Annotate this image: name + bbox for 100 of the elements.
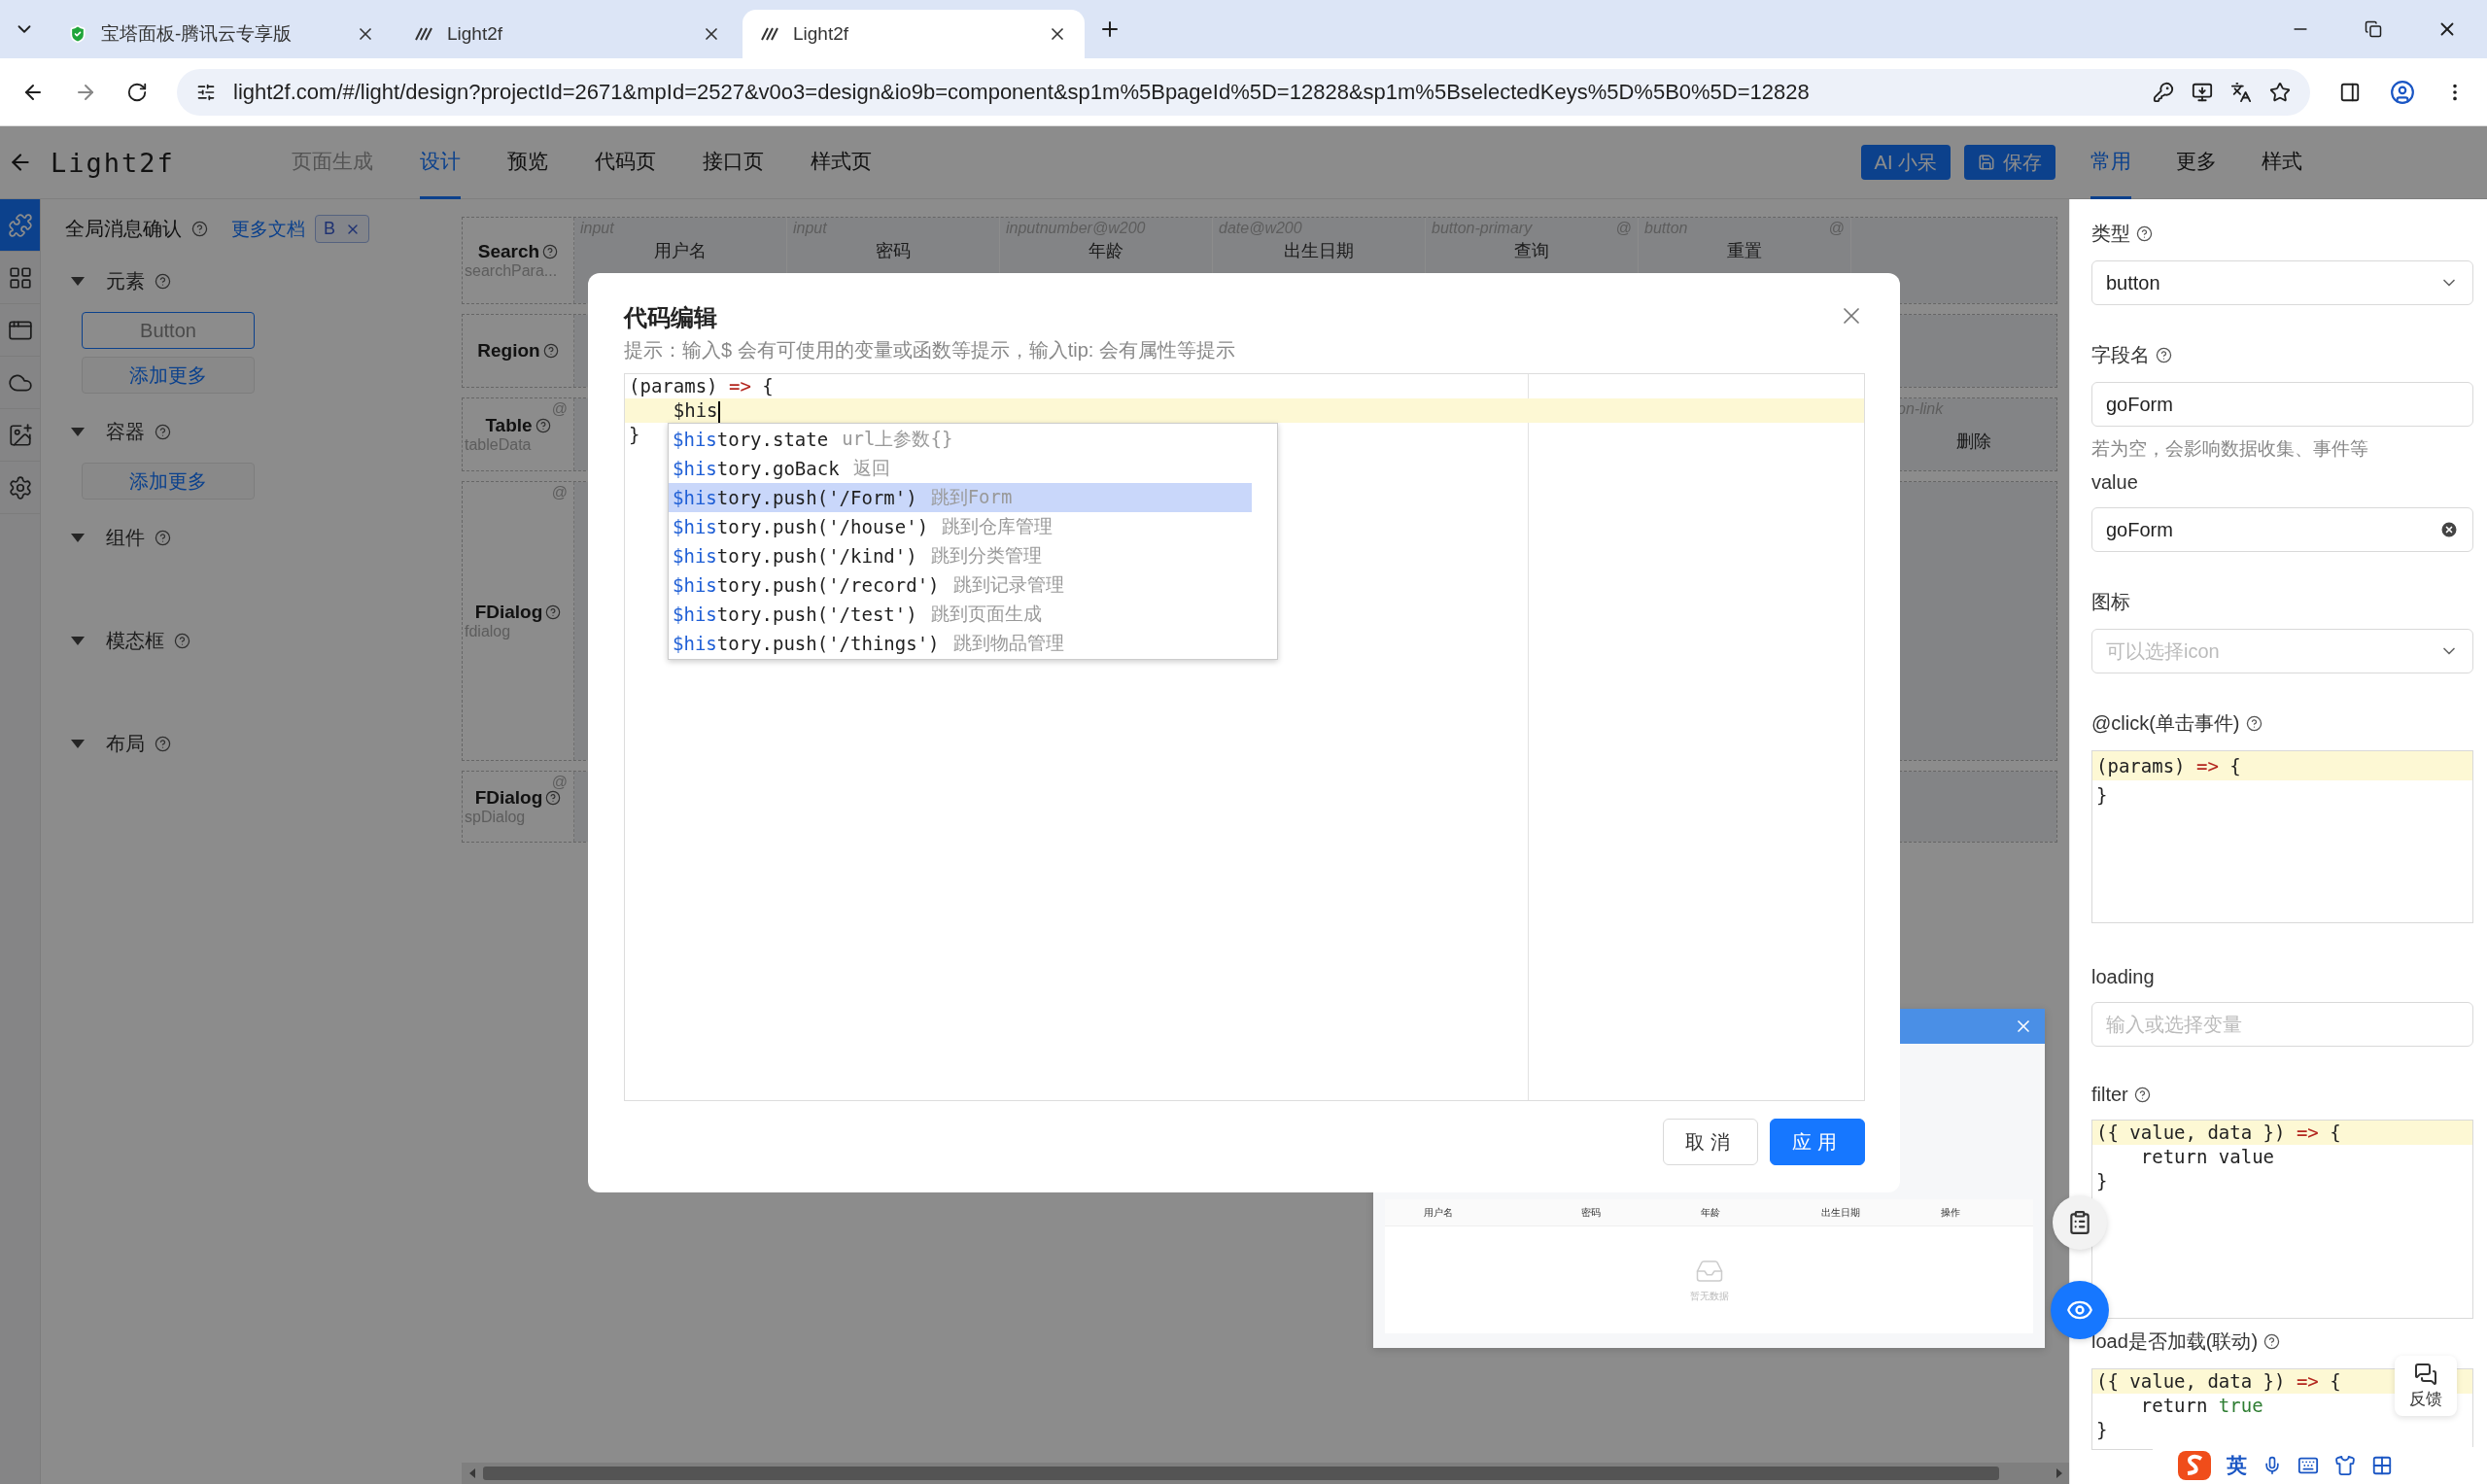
sidebar-icon[interactable] [2339, 81, 2361, 103]
block-title: FDialog [474, 602, 562, 623]
tab-title: Light2f [793, 23, 850, 45]
panel-tab[interactable]: 样式 [2262, 125, 2302, 199]
at-mark: @ [551, 400, 568, 418]
grid-icon [7, 264, 33, 291]
field-label: filter [2091, 1084, 2151, 1106]
star-icon[interactable] [2269, 81, 2291, 103]
action-label: 删除 [1956, 431, 1991, 453]
at-mark: @ [1615, 220, 1632, 237]
select-field[interactable]: button [2091, 260, 2473, 305]
install-icon[interactable] [2192, 81, 2213, 103]
code-editor[interactable]: ({ value, data }) => { return value } [2091, 1120, 2473, 1319]
caret-icon[interactable] [71, 428, 85, 436]
section-title: 组件 [106, 526, 145, 550]
field-label: 字段名 [2091, 342, 2172, 368]
translate-icon[interactable] [2230, 81, 2252, 103]
nav-tab[interactable]: 设计 [419, 125, 461, 199]
column-header: 年龄 [1701, 1205, 1721, 1220]
key-icon[interactable] [2153, 81, 2174, 103]
block-title: Table [485, 415, 551, 436]
mic-icon[interactable] [2262, 1456, 2282, 1475]
reload-icon[interactable] [126, 81, 148, 103]
nav-tab[interactable]: 预览 [506, 125, 548, 199]
settings-icon [7, 474, 33, 500]
field-label: 用户名 [654, 240, 707, 262]
section-title: 容器 [106, 420, 145, 444]
caret-icon[interactable] [71, 740, 85, 748]
ai-button[interactable]: AI 小呆 [1860, 145, 1951, 180]
add-more-button[interactable]: 添加更多 [82, 357, 255, 394]
column-header: 出生日期 [1820, 1205, 1861, 1220]
notes-button[interactable] [2053, 1195, 2107, 1250]
browser-tab[interactable]: Light2f [397, 10, 739, 58]
save-button[interactable]: 保存 [1964, 145, 2055, 180]
section-title: 元素 [106, 269, 145, 293]
help-icon [542, 244, 559, 259]
suggestion-item[interactable]: $history.push('/test') 跳到页面生成 [669, 600, 1252, 629]
docs-link[interactable]: 更多文档 [231, 216, 305, 242]
code-editor[interactable]: (params) => { } [2091, 750, 2473, 923]
help-icon [2133, 1087, 2151, 1103]
block-title: Search [477, 241, 559, 262]
caret-icon[interactable] [71, 277, 85, 286]
help-icon [2156, 347, 2172, 363]
field-label: 年龄 [1088, 240, 1123, 262]
profile-icon[interactable] [2390, 79, 2415, 105]
suggestion-item[interactable]: $history.push('/kind') 跳到分类管理 [669, 541, 1252, 570]
code-line: } [2095, 1418, 2108, 1442]
code-line: return value [2139, 1145, 2275, 1169]
keyboard-icon[interactable] [2297, 1455, 2319, 1476]
help-icon [542, 343, 559, 359]
column-header: 操作 [1941, 1205, 1961, 1220]
field-label: 重置 [1727, 240, 1762, 262]
grid-icon[interactable] [2371, 1455, 2393, 1476]
shirt-icon[interactable] [2334, 1455, 2356, 1476]
suggestion-item[interactable]: $history.push('/things') 跳到物品管理 [669, 629, 1252, 658]
help-icon [155, 530, 171, 546]
scrollbar[interactable] [462, 1463, 2070, 1484]
suggestion-item[interactable]: $history.goBack 返回 [669, 454, 1252, 483]
field-label: value [2091, 471, 2138, 494]
logo-icon [414, 26, 433, 42]
suggestion-item[interactable]: $history.push('/record') 跳到记录管理 [669, 570, 1252, 600]
browser-tab[interactable]: Light2f [743, 10, 1085, 58]
input-field[interactable]: goForm [2091, 507, 2473, 552]
help-icon [545, 790, 562, 806]
save-icon [1978, 154, 1995, 171]
apply-button[interactable]: 应用 [1770, 1119, 1865, 1165]
section-title: 模态框 [106, 629, 164, 653]
clipboard-icon [2067, 1210, 2092, 1235]
help-icon [191, 221, 208, 237]
clear-icon[interactable] [2439, 520, 2459, 539]
sidebar-tab[interactable] [0, 199, 40, 252]
code-line: return true [2139, 1394, 2263, 1418]
cancel-button[interactable]: 取消 [1663, 1119, 1758, 1165]
suggestion-item[interactable]: $history.push('/house') 跳到仓库管理 [669, 512, 1252, 541]
panel-tab[interactable]: 更多 [2176, 125, 2217, 199]
suggestion-item[interactable]: $history.push('/Form') 跳到Form [669, 483, 1252, 512]
site-settings-icon[interactable] [196, 82, 216, 102]
shield-icon [68, 24, 87, 44]
input-mode: 英 [2227, 1453, 2247, 1478]
block-title: Region [477, 340, 559, 362]
help-icon [155, 424, 171, 440]
input-field[interactable]: goForm [2091, 382, 2473, 427]
field-label: loading [2091, 966, 2155, 988]
nav-tab[interactable]: 样式页 [810, 125, 872, 199]
logo-icon [760, 26, 779, 42]
help-icon [2136, 225, 2153, 242]
feedback-button[interactable]: 反馈 [2395, 1356, 2457, 1416]
nav-tab[interactable]: 代码页 [594, 125, 656, 199]
suggestion-item[interactable]: $history.state url上参数{} [669, 425, 1252, 454]
browser-tab[interactable]: 宝塔面板-腾讯云专享版 [51, 10, 393, 58]
restore-icon[interactable] [2365, 20, 2382, 38]
caret-icon[interactable] [71, 534, 85, 542]
field-label: 出生日期 [1284, 240, 1354, 262]
caret-icon[interactable] [71, 637, 85, 645]
nav-tab[interactable]: 接口页 [702, 125, 764, 199]
tag[interactable]: B [315, 215, 369, 243]
add-more-button[interactable]: 添加更多 [82, 463, 255, 500]
chat-icon [2414, 1362, 2437, 1386]
field-label: load是否加载(联动) [2091, 1329, 2281, 1355]
tab-title: Light2f [447, 23, 504, 45]
